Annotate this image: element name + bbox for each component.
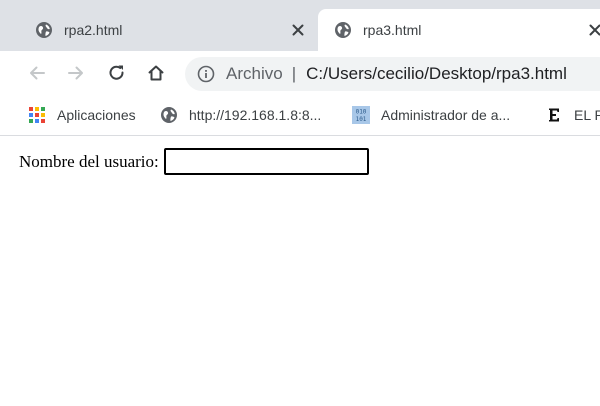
close-icon[interactable] [586, 21, 600, 39]
tab-title: rpa2.html [64, 22, 123, 38]
toolbar: Archivo | C:/Users/cecilio/Desktop/rpa3.… [0, 51, 600, 96]
tab-title: rpa3.html [363, 22, 422, 38]
tab-strip: rpa2.html rpa3.html [0, 0, 600, 51]
address-bar[interactable]: Archivo | C:/Users/cecilio/Desktop/rpa3.… [185, 57, 600, 91]
scheme-label: Archivo [226, 64, 283, 83]
bookmark-label: http://192.168.1.8:8... [189, 107, 322, 123]
bookmark-el-pais[interactable]: EL P [545, 104, 600, 126]
bookmark-ip-address[interactable]: http://192.168.1.8:8... [160, 104, 321, 126]
globe-icon [160, 106, 178, 124]
url-text[interactable]: C:/Users/cecilio/Desktop/rpa3.html [306, 64, 567, 84]
browser-window: rpa2.html rpa3.html Archivo | C:/Users/c… [0, 0, 600, 406]
bookmark-label: Administrador de a... [381, 107, 511, 123]
apps-grid-icon [28, 106, 46, 124]
info-icon[interactable] [197, 65, 215, 83]
home-icon[interactable] [144, 61, 168, 85]
bookmark-label: Aplicaciones [57, 107, 136, 123]
url-separator: | [291, 64, 297, 83]
username-form-row: Nombre del usuario: [19, 148, 369, 175]
page-content: Nombre del usuario: [0, 136, 600, 406]
username-input[interactable] [163, 148, 369, 175]
svg-text:101: 101 [356, 116, 367, 123]
bookmarks-bar: Aplicaciones http://192.168.1.8:8... 010… [0, 96, 600, 136]
svg-text:010: 010 [356, 109, 367, 116]
tab-rpa2[interactable]: rpa2.html [9, 9, 319, 51]
el-pais-icon [545, 106, 563, 124]
bookmark-label: EL P [574, 107, 600, 123]
globe-icon [35, 21, 53, 39]
username-label: Nombre del usuario: [19, 151, 159, 171]
bookmark-aplicaciones[interactable]: Aplicaciones [28, 104, 136, 126]
close-icon[interactable] [289, 21, 307, 39]
reload-icon[interactable] [105, 61, 129, 85]
tab-rpa3[interactable]: rpa3.html [318, 9, 600, 51]
back-arrow-icon[interactable] [25, 61, 49, 85]
globe-icon [334, 21, 352, 39]
bookmark-administrador[interactable]: 010 101 Administrador de a... [352, 104, 510, 126]
forward-arrow-icon[interactable] [64, 61, 88, 85]
binary-icon: 010 101 [352, 106, 370, 124]
